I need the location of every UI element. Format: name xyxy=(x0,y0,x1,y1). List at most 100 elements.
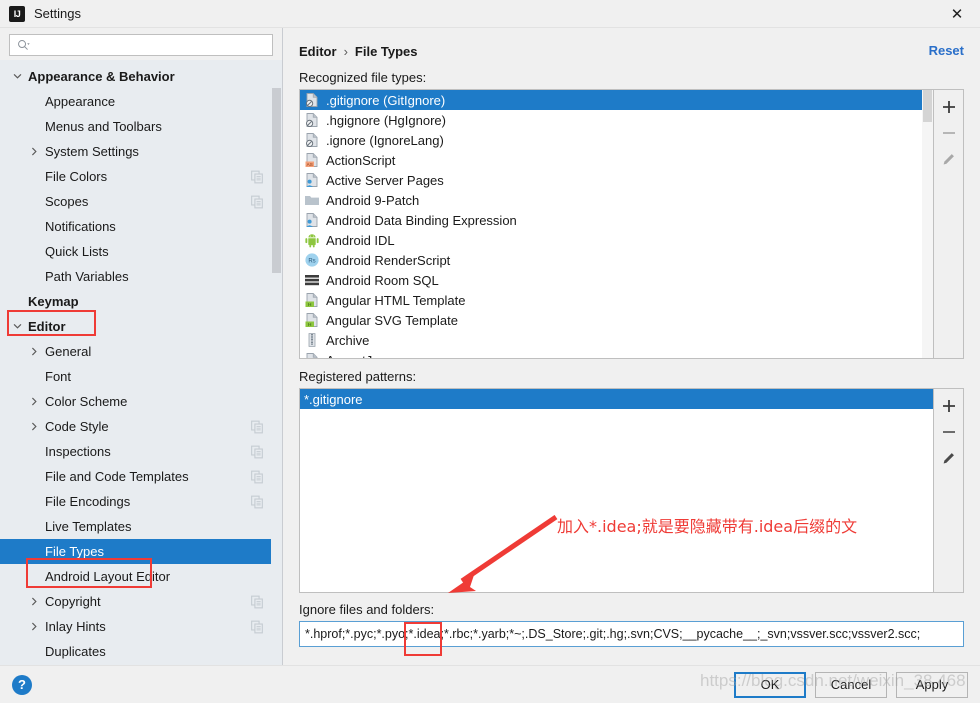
sidebar-item-inlay-hints[interactable]: Inlay Hints xyxy=(0,614,282,639)
copy-settings-icon[interactable] xyxy=(251,595,264,608)
copy-settings-icon[interactable] xyxy=(251,195,264,208)
sidebar-item-editor[interactable]: Editor xyxy=(0,314,282,339)
asp-file-icon xyxy=(304,212,320,228)
list-item[interactable]: .hgignore (HgIgnore) xyxy=(300,110,933,130)
remove-file-type-button[interactable] xyxy=(936,120,962,146)
list-item-label: Active Server Pages xyxy=(326,172,444,188)
renderscript-icon: Rs xyxy=(304,252,320,268)
sidebar-item-path-variables[interactable]: Path Variables xyxy=(0,264,282,289)
list-item[interactable]: .gitignore (GitIgnore) xyxy=(300,90,933,110)
edit-pattern-button[interactable] xyxy=(936,445,962,471)
registered-patterns-list[interactable]: *.gitignore xyxy=(299,388,934,593)
sidebar-item-label: Code Style xyxy=(45,419,109,434)
sidebar-item-file-encodings[interactable]: File Encodings xyxy=(0,489,282,514)
breadcrumb-parent[interactable]: Editor xyxy=(299,44,337,59)
sidebar-item-inspections[interactable]: Inspections xyxy=(0,439,282,464)
copy-settings-icon[interactable] xyxy=(251,620,264,633)
sidebar-item-notifications[interactable]: Notifications xyxy=(0,214,282,239)
sidebar-item-system-settings[interactable]: System Settings xyxy=(0,139,282,164)
sidebar-item-label: General xyxy=(45,344,92,359)
reset-link[interactable]: Reset xyxy=(929,43,964,58)
edit-file-type-button[interactable] xyxy=(936,146,962,172)
recognized-list-scrollbar[interactable] xyxy=(922,90,933,358)
sidebar-item-android-layout-editor[interactable]: Android Layout Editor xyxy=(0,564,282,589)
settings-dialog-content: Appearance & Behavior Appearance Menus and… xyxy=(0,28,980,665)
list-item[interactable]: AspectJ xyxy=(300,350,933,358)
ok-button[interactable]: OK xyxy=(734,671,806,698)
copy-settings-icon[interactable] xyxy=(251,445,264,458)
list-item[interactable]: Archive xyxy=(300,330,933,350)
list-item[interactable]: Android IDL xyxy=(300,230,933,250)
recognized-list-scrollbar-thumb[interactable] xyxy=(923,90,932,122)
list-item[interactable]: AS ActionScript xyxy=(300,150,933,170)
sidebar-scrollbar[interactable] xyxy=(271,60,282,665)
list-item[interactable]: Android Room SQL xyxy=(300,270,933,290)
sidebar-item-scopes[interactable]: Scopes xyxy=(0,189,282,214)
list-item[interactable]: H Angular HTML Template xyxy=(300,290,933,310)
sidebar-item-menus-and-toolbars[interactable]: Menus and Toolbars xyxy=(0,114,282,139)
list-item[interactable]: Active Server Pages xyxy=(300,170,933,190)
settings-tree: Appearance & Behavior Appearance Menus and… xyxy=(0,60,282,665)
ignore-files-input[interactable] xyxy=(299,621,964,647)
intellij-idea-logo-icon xyxy=(9,5,25,22)
chevron-right-icon xyxy=(27,345,41,359)
sidebar-item-file-types[interactable]: File Types xyxy=(0,539,282,564)
sidebar-item-label: Quick Lists xyxy=(45,244,109,259)
sidebar-item-label: File Colors xyxy=(45,169,108,184)
sidebar-item-color-scheme[interactable]: Color Scheme xyxy=(0,389,282,414)
list-item[interactable]: *.gitignore xyxy=(300,389,933,409)
list-item[interactable]: Rs Android RenderScript xyxy=(300,250,933,270)
sidebar-item-quick-lists[interactable]: Quick Lists xyxy=(0,239,282,264)
android-robot-icon xyxy=(304,232,320,248)
search-input[interactable] xyxy=(16,35,272,55)
sidebar-item-label: Editor xyxy=(28,319,66,334)
copy-settings-icon[interactable] xyxy=(251,470,264,483)
recognized-file-types-list[interactable]: .gitignore (GitIgnore) .hgignore (HgIgnor… xyxy=(299,89,934,359)
sidebar-item-duplicates[interactable]: Duplicates xyxy=(0,639,282,664)
chevron-right-icon xyxy=(27,620,41,634)
svg-text:H: H xyxy=(308,302,312,308)
list-item[interactable]: Android 9-Patch xyxy=(300,190,933,210)
list-item[interactable]: Android Data Binding Expression xyxy=(300,210,933,230)
sidebar-item-copyright[interactable]: Copyright xyxy=(0,589,282,614)
sidebar-item-file-colors[interactable]: File Colors xyxy=(0,164,282,189)
sidebar-item-label: Scopes xyxy=(45,194,89,209)
patterns-list-toolbar xyxy=(934,388,964,593)
sidebar-item-general[interactable]: General xyxy=(0,339,282,364)
chevron-right-icon xyxy=(27,395,41,409)
sidebar-item-code-style[interactable]: Code Style xyxy=(0,414,282,439)
sidebar-item-live-templates[interactable]: Live Templates xyxy=(0,514,282,539)
help-icon[interactable]: ? xyxy=(12,674,32,695)
dialog-buttons: OK Cancel Apply xyxy=(734,671,968,698)
sidebar-scrollbar-thumb[interactable] xyxy=(272,88,281,273)
copy-settings-icon[interactable] xyxy=(251,170,264,183)
close-icon[interactable]: ✕ xyxy=(934,0,980,28)
list-item[interactable]: .ignore (IgnoreLang) xyxy=(300,130,933,150)
sidebar-item-label: System Settings xyxy=(45,144,139,159)
minus-icon xyxy=(942,431,955,433)
sidebar-item-appearance[interactable]: Appearance xyxy=(0,89,282,114)
search-box[interactable] xyxy=(9,34,273,56)
remove-pattern-button[interactable] xyxy=(936,419,962,445)
list-item[interactable]: H Angular SVG Template xyxy=(300,310,933,330)
sidebar-item-label: Inlay Hints xyxy=(45,619,106,634)
search-area xyxy=(0,28,282,60)
copy-settings-icon[interactable] xyxy=(251,495,264,508)
cancel-button[interactable]: Cancel xyxy=(815,671,887,698)
add-pattern-button[interactable] xyxy=(936,393,962,419)
copy-settings-icon[interactable] xyxy=(251,420,264,433)
add-file-type-button[interactable] xyxy=(936,94,962,120)
pencil-icon xyxy=(943,153,954,164)
sidebar-item-appearance-behavior[interactable]: Appearance & Behavior xyxy=(0,64,282,89)
sidebar-item-keymap[interactable]: Keymap xyxy=(0,289,282,314)
apply-button[interactable]: Apply xyxy=(896,671,968,698)
gitignore-file-icon xyxy=(304,92,320,108)
sidebar-item-font[interactable]: Font xyxy=(0,364,282,389)
sidebar-item-file-and-code-templates[interactable]: File and Code Templates xyxy=(0,464,282,489)
